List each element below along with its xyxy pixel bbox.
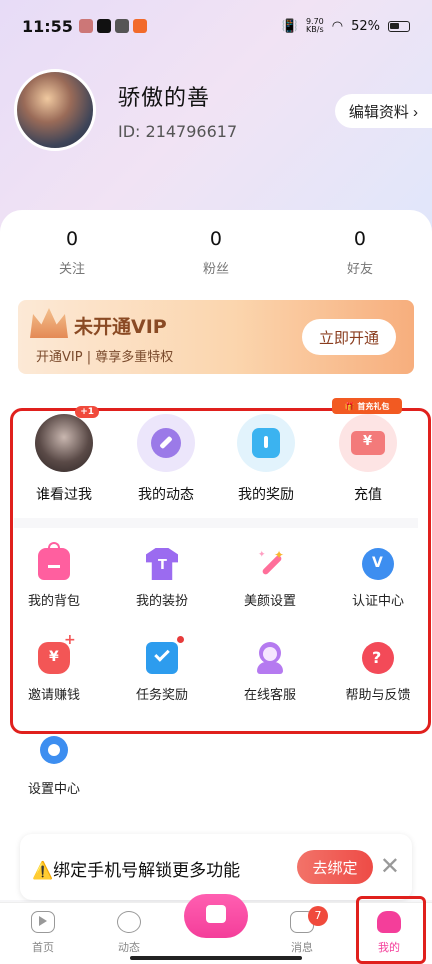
vip-title: 未开通VIP xyxy=(74,316,167,338)
vip-subtitle: 开通VIP | 尊享多重特权 xyxy=(36,350,174,365)
stat-label: 粉丝 xyxy=(202,262,229,277)
vibrate-icon: 📳 xyxy=(281,18,298,34)
stat-fans[interactable]: 0 粉丝 xyxy=(144,228,288,277)
grid-item-settings[interactable]: 设置中心 xyxy=(4,736,104,797)
feature-label: 谁看过我 xyxy=(36,487,92,503)
notice-text: ⚠️绑定手机号解锁更多功能 xyxy=(32,861,241,881)
close-icon[interactable]: ✕ xyxy=(380,852,400,880)
grid-label: 邀请赚钱 xyxy=(27,688,80,703)
grid-item-help[interactable]: ? 帮助与反馈 xyxy=(328,642,428,703)
user-name: 骄傲的善 xyxy=(118,85,211,111)
app-notification-icon xyxy=(78,19,93,33)
feature-label: 我的动态 xyxy=(138,487,194,503)
nav-label: 动态 xyxy=(118,941,140,954)
checkbox-icon xyxy=(146,636,184,674)
grid-item-backpack[interactable]: 我的背包 xyxy=(4,542,104,609)
message-app-icon xyxy=(114,19,129,33)
stat-label: 关注 xyxy=(58,262,85,277)
net-speed: 9.70 KB/s xyxy=(305,17,324,34)
grid-item-tasks[interactable]: 任务奖励 xyxy=(112,636,212,703)
grid-label: 设置中心 xyxy=(27,782,80,797)
feature-who-viewed-me[interactable]: +1 谁看过我 xyxy=(14,406,114,504)
tiktok-icon xyxy=(96,19,111,33)
tv-live-button[interactable] xyxy=(184,894,248,938)
compass-icon xyxy=(117,911,141,933)
bind-phone-button[interactable]: 去绑定 xyxy=(297,850,373,884)
feature-label: 充值 xyxy=(354,487,382,503)
notification-icons xyxy=(78,19,147,33)
verified-badge-icon: V xyxy=(362,548,394,580)
status-bar: 11:55 📳 9.70 KB/s ◠ 52% xyxy=(0,0,432,52)
highlight-outline-me xyxy=(356,896,426,964)
wifi-icon: ◠ xyxy=(331,18,344,34)
edit-profile-button[interactable]: 编辑资料 › xyxy=(334,94,432,128)
grid-item-beauty[interactable]: ✦ ✦ 美颜设置 xyxy=(220,548,320,609)
grid-label: 我的装扮 xyxy=(135,594,188,609)
stat-label: 好友 xyxy=(346,262,373,277)
stat-following[interactable]: 0 关注 xyxy=(0,228,144,277)
tshirt-icon: T xyxy=(146,548,178,580)
open-vip-button[interactable]: 立即开通 xyxy=(302,319,396,355)
nav-home[interactable]: 首页 xyxy=(0,911,86,955)
help-icon: ? xyxy=(362,642,394,674)
avatar[interactable] xyxy=(14,69,96,151)
recharge-ticket-icon: ¥ xyxy=(339,414,397,472)
nav-label: 首页 xyxy=(32,941,54,954)
feature-my-rewards[interactable]: 我的奖励 xyxy=(216,412,316,504)
app-notification-icon xyxy=(132,19,147,33)
nav-feed[interactable]: 动态 xyxy=(86,911,172,955)
feature-label: 我的奖励 xyxy=(238,487,294,503)
new-count-badge: +1 xyxy=(75,406,99,418)
section-divider xyxy=(14,518,418,528)
money-bag-icon: ¥ + xyxy=(38,632,76,674)
nav-messages[interactable]: 消息 xyxy=(259,911,345,955)
stat-value: 0 xyxy=(353,228,366,250)
grid-label: 我的背包 xyxy=(27,594,80,609)
crown-icon xyxy=(30,308,68,338)
grid-label: 美颜设置 xyxy=(243,594,296,609)
play-icon xyxy=(31,911,55,933)
feature-my-posts[interactable]: 我的动态 xyxy=(116,412,216,504)
vip-banner[interactable]: 未开通VIP 开通VIP | 尊享多重特权 立即开通 xyxy=(18,300,414,374)
stat-friends[interactable]: 0 好友 xyxy=(288,228,432,277)
user-id: ID: 214796617 xyxy=(118,121,238,141)
system-indicators: 📳 9.70 KB/s ◠ 52% xyxy=(282,18,410,34)
status-time: 11:55 xyxy=(22,16,73,36)
message-count-badge: 7 xyxy=(308,906,328,926)
grid-item-outfit[interactable]: T 我的装扮 xyxy=(112,548,212,609)
top-features: +1 谁看过我 我的动态 我的奖励 ¥ 充值 xyxy=(0,406,432,512)
customer-service-icon xyxy=(254,642,286,674)
grid-item-support[interactable]: 在线客服 xyxy=(220,642,320,703)
profile-header: 骄傲的善 ID: 214796617 编辑资料 › xyxy=(14,68,432,152)
stats-row: 0 关注 0 粉丝 0 好友 xyxy=(0,228,432,277)
nav-label: 消息 xyxy=(291,941,313,954)
battery-icon xyxy=(388,20,410,32)
unread-dot xyxy=(177,636,184,643)
feature-recharge[interactable]: ¥ 充值 xyxy=(318,412,418,504)
grid-item-verification[interactable]: V 认证中心 xyxy=(328,548,428,609)
compass-icon xyxy=(137,414,195,472)
grid-label: 认证中心 xyxy=(351,594,404,609)
bind-phone-notice: ⚠️绑定手机号解锁更多功能 去绑定 ✕ xyxy=(20,834,412,900)
grid-item-invite[interactable]: ¥ + 邀请赚钱 xyxy=(4,632,104,703)
grid-label: 帮助与反馈 xyxy=(345,688,411,703)
stat-value: 0 xyxy=(209,228,223,250)
gear-icon xyxy=(40,736,68,764)
battery-percent: 52% xyxy=(351,18,380,34)
backpack-icon xyxy=(38,542,70,580)
gift-box-icon xyxy=(237,414,295,472)
magic-wand-icon: ✦ ✦ xyxy=(254,548,286,580)
grid-label: 任务奖励 xyxy=(135,688,188,703)
grid-label: 在线客服 xyxy=(243,688,296,703)
stat-value: 0 xyxy=(65,228,79,250)
home-indicator[interactable] xyxy=(130,956,302,960)
viewer-avatar: +1 xyxy=(35,406,99,472)
